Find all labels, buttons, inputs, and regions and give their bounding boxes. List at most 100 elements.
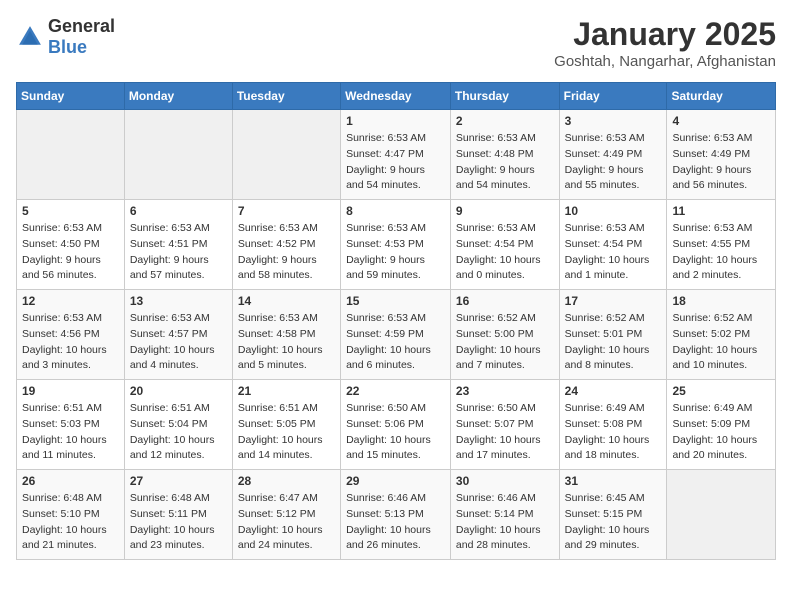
calendar-cell: 10 Sunrise: 6:53 AMSunset: 4:54 PMDayligh… (559, 200, 667, 290)
day-number: 31 (565, 474, 662, 488)
day-info: Sunrise: 6:53 AMSunset: 4:52 PMDaylight:… (238, 221, 335, 284)
calendar-cell: 23 Sunrise: 6:50 AMSunset: 5:07 PMDayligh… (450, 380, 559, 470)
header-thursday: Thursday (450, 83, 559, 110)
calendar-cell (17, 110, 125, 200)
day-info: Sunrise: 6:53 AMSunset: 4:49 PMDaylight:… (565, 131, 662, 194)
calendar-cell: 7Sunrise: 6:53 AMSunset: 4:52 PMDaylight… (232, 200, 340, 290)
calendar-cell: 13 Sunrise: 6:53 AMSunset: 4:57 PMDayligh… (124, 290, 232, 380)
day-info: Sunrise: 6:51 AMSunset: 5:03 PMDaylight:… (22, 401, 119, 464)
calendar-cell: 2 Sunrise: 6:53 AMSunset: 4:48 PMDaylight… (450, 110, 559, 200)
day-number: 2 (456, 114, 554, 128)
calendar-cell: 28 Sunrise: 6:47 AMSunset: 5:12 PMDayligh… (232, 470, 340, 560)
day-number: 21 (238, 384, 335, 398)
day-number: 16 (456, 294, 554, 308)
calendar-cell: 25Sunrise: 6:49 AMSunset: 5:09 PMDayligh… (667, 380, 776, 470)
logo: General Blue (16, 16, 115, 58)
day-number: 1 (346, 114, 445, 128)
day-number: 17 (565, 294, 662, 308)
calendar-body: 1 Sunrise: 6:53 AMSunset: 4:47 PMDaylight… (17, 110, 776, 560)
header-saturday: Saturday (667, 83, 776, 110)
calendar-cell: 21 Sunrise: 6:51 AMSunset: 5:05 PMDayligh… (232, 380, 340, 470)
logo-general: General (48, 16, 115, 36)
day-number: 22 (346, 384, 445, 398)
day-number: 8 (346, 204, 445, 218)
header-row: SundayMondayTuesdayWednesdayThursdayFrid… (17, 83, 776, 110)
day-info: Sunrise: 6:53 AMSunset: 4:58 PMDaylight:… (238, 311, 335, 374)
calendar-cell: 14 Sunrise: 6:53 AMSunset: 4:58 PMDayligh… (232, 290, 340, 380)
calendar-cell: 17 Sunrise: 6:52 AMSunset: 5:01 PMDayligh… (559, 290, 667, 380)
day-number: 15 (346, 294, 445, 308)
day-number: 9 (456, 204, 554, 218)
day-info: Sunrise: 6:53 AMSunset: 4:59 PMDaylight:… (346, 311, 445, 374)
calendar-title: January 2025 (554, 16, 776, 53)
calendar-cell: 4 Sunrise: 6:53 AMSunset: 4:49 PMDaylight… (667, 110, 776, 200)
day-number: 18 (672, 294, 770, 308)
title-block: January 2025 Goshtah, Nangarhar, Afghani… (554, 16, 776, 70)
day-number: 25 (672, 384, 770, 398)
day-info: Sunrise: 6:53 AMSunset: 4:57 PMDaylight:… (130, 311, 227, 374)
day-number: 11 (672, 204, 770, 218)
day-number: 20 (130, 384, 227, 398)
calendar-cell: 15 Sunrise: 6:53 AMSunset: 4:59 PMDayligh… (341, 290, 451, 380)
day-number: 19 (22, 384, 119, 398)
day-number: 6 (130, 204, 227, 218)
logo-text: General Blue (48, 16, 115, 58)
day-info: Sunrise: 6:50 AMSunset: 5:06 PMDaylight:… (346, 401, 445, 464)
day-info: Sunrise: 6:53 AMSunset: 4:47 PMDaylight:… (346, 131, 445, 194)
day-number: 30 (456, 474, 554, 488)
calendar-cell: 16Sunrise: 6:52 AMSunset: 5:00 PMDayligh… (450, 290, 559, 380)
day-number: 28 (238, 474, 335, 488)
calendar-cell: 20 Sunrise: 6:51 AMSunset: 5:04 PMDayligh… (124, 380, 232, 470)
calendar-cell: 6 Sunrise: 6:53 AMSunset: 4:51 PMDaylight… (124, 200, 232, 290)
calendar-cell: 5Sunrise: 6:53 AMSunset: 4:50 PMDaylight… (17, 200, 125, 290)
logo-blue: Blue (48, 37, 87, 57)
day-info: Sunrise: 6:48 AMSunset: 5:11 PMDaylight:… (130, 491, 227, 554)
day-number: 14 (238, 294, 335, 308)
calendar-cell: 12Sunrise: 6:53 AMSunset: 4:56 PMDayligh… (17, 290, 125, 380)
day-number: 5 (22, 204, 119, 218)
day-info: Sunrise: 6:53 AMSunset: 4:56 PMDaylight:… (22, 311, 119, 374)
header-monday: Monday (124, 83, 232, 110)
day-number: 29 (346, 474, 445, 488)
page-header: General Blue January 2025 Goshtah, Nanga… (16, 16, 776, 70)
day-info: Sunrise: 6:53 AMSunset: 4:54 PMDaylight:… (565, 221, 662, 284)
calendar-table: SundayMondayTuesdayWednesdayThursdayFrid… (16, 82, 776, 560)
day-info: Sunrise: 6:53 AMSunset: 4:49 PMDaylight:… (672, 131, 770, 194)
day-number: 4 (672, 114, 770, 128)
calendar-cell: 26 Sunrise: 6:48 AMSunset: 5:10 PMDayligh… (17, 470, 125, 560)
day-info: Sunrise: 6:48 AMSunset: 5:10 PMDaylight:… (22, 491, 119, 554)
calendar-cell: 24Sunrise: 6:49 AMSunset: 5:08 PMDayligh… (559, 380, 667, 470)
week-row-1: 5Sunrise: 6:53 AMSunset: 4:50 PMDaylight… (17, 200, 776, 290)
day-number: 23 (456, 384, 554, 398)
day-info: Sunrise: 6:53 AMSunset: 4:53 PMDaylight:… (346, 221, 445, 284)
day-info: Sunrise: 6:52 AMSunset: 5:01 PMDaylight:… (565, 311, 662, 374)
day-info: Sunrise: 6:46 AMSunset: 5:14 PMDaylight:… (456, 491, 554, 554)
calendar-subtitle: Goshtah, Nangarhar, Afghanistan (554, 53, 776, 70)
day-info: Sunrise: 6:46 AMSunset: 5:13 PMDaylight:… (346, 491, 445, 554)
week-row-2: 12Sunrise: 6:53 AMSunset: 4:56 PMDayligh… (17, 290, 776, 380)
calendar-cell: 19 Sunrise: 6:51 AMSunset: 5:03 PMDayligh… (17, 380, 125, 470)
day-info: Sunrise: 6:45 AMSunset: 5:15 PMDaylight:… (565, 491, 662, 554)
day-info: Sunrise: 6:47 AMSunset: 5:12 PMDaylight:… (238, 491, 335, 554)
day-info: Sunrise: 6:50 AMSunset: 5:07 PMDaylight:… (456, 401, 554, 464)
day-info: Sunrise: 6:53 AMSunset: 4:55 PMDaylight:… (672, 221, 770, 284)
calendar-cell: 29 Sunrise: 6:46 AMSunset: 5:13 PMDayligh… (341, 470, 451, 560)
day-number: 26 (22, 474, 119, 488)
day-info: Sunrise: 6:53 AMSunset: 4:48 PMDaylight:… (456, 131, 554, 194)
day-info: Sunrise: 6:53 AMSunset: 4:51 PMDaylight:… (130, 221, 227, 284)
calendar-cell: 3Sunrise: 6:53 AMSunset: 4:49 PMDaylight… (559, 110, 667, 200)
day-info: Sunrise: 6:52 AMSunset: 5:02 PMDaylight:… (672, 311, 770, 374)
day-info: Sunrise: 6:51 AMSunset: 5:04 PMDaylight:… (130, 401, 227, 464)
header-tuesday: Tuesday (232, 83, 340, 110)
calendar-cell: 1 Sunrise: 6:53 AMSunset: 4:47 PMDaylight… (341, 110, 451, 200)
day-info: Sunrise: 6:49 AMSunset: 5:08 PMDaylight:… (565, 401, 662, 464)
calendar-cell: 9Sunrise: 6:53 AMSunset: 4:54 PMDaylight… (450, 200, 559, 290)
header-sunday: Sunday (17, 83, 125, 110)
day-number: 10 (565, 204, 662, 218)
calendar-header: SundayMondayTuesdayWednesdayThursdayFrid… (17, 83, 776, 110)
day-number: 13 (130, 294, 227, 308)
calendar-cell: 8 Sunrise: 6:53 AMSunset: 4:53 PMDaylight… (341, 200, 451, 290)
calendar-cell (124, 110, 232, 200)
logo-icon (16, 23, 44, 51)
day-info: Sunrise: 6:51 AMSunset: 5:05 PMDaylight:… (238, 401, 335, 464)
